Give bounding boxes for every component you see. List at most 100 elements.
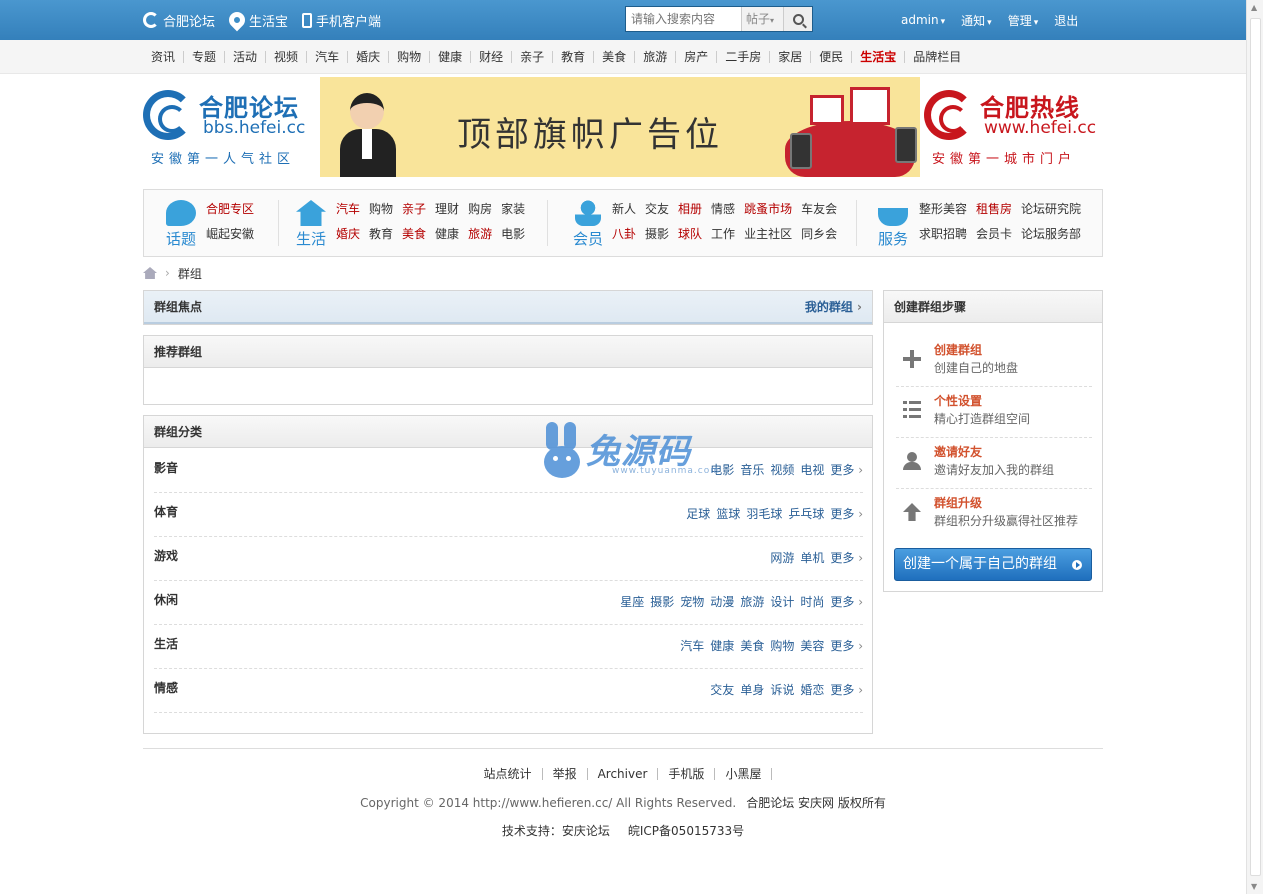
my-groups-link[interactable]: 我的群组 [805,291,862,323]
category-link[interactable]: 论坛研究院 [1021,200,1081,217]
group-subcategory-link[interactable]: 足球 [686,505,710,522]
group-subcategory-link[interactable]: 婚恋 [800,681,824,698]
group-subcategory-link[interactable]: 旅游 [740,593,764,610]
footer-link[interactable]: Archiver [588,768,659,780]
more-link[interactable]: 更多 [830,681,863,698]
search-type-select[interactable]: 帖子▾ [741,7,783,31]
arrow-up-icon [903,503,921,521]
scroll-down-icon[interactable]: ▼ [1251,882,1257,891]
group-category-links: 足球 篮球 羽毛球 乒乓球 更多 [686,505,863,522]
group-subcategory-link[interactable]: 羽毛球 [746,505,782,522]
nav-item[interactable]: 婚庆 [347,51,388,63]
coffee-cup-icon[interactable]: 服务 [872,200,914,249]
group-subcategory-link[interactable]: 音乐 [740,461,764,478]
group-subcategory-link[interactable]: 网游 [770,549,794,566]
top-bar: 合肥论坛 生活宝 手机客户端 帖子▾ admin 通知 管理 退出 [0,0,1246,40]
search-button[interactable] [783,7,812,31]
footer-link[interactable]: 举报 [543,768,588,780]
group-subcategory-link[interactable]: 时尚 [800,593,824,610]
group-category-row: 生活 汽车 健康 美食 购物 美容 更多 [154,625,863,669]
scrollbar-thumb[interactable] [1250,18,1261,876]
nav-item[interactable]: 专题 [183,51,224,63]
category-link[interactable]: 整形美容 [919,200,967,217]
nav-item[interactable]: 美食 [593,51,634,63]
footer-link[interactable]: 小黑屋 [715,768,773,780]
nav-item[interactable]: 房产 [675,51,716,63]
search-type-label: 帖子 [746,12,771,26]
vertical-scrollbar[interactable]: ▲ ▼ [1246,0,1263,894]
nav-item[interactable]: 品牌栏目 [904,51,969,63]
user-menu[interactable]: admin [901,13,945,27]
nav-item[interactable]: 购物 [388,51,429,63]
group-subcategory-link[interactable]: 美容 [800,637,824,654]
step-title[interactable]: 群组升级 [934,494,982,511]
more-link[interactable]: 更多 [830,593,863,610]
group-subcategory-link[interactable]: 篮球 [716,505,740,522]
nav-item[interactable]: 视频 [265,51,306,63]
more-link[interactable]: 更多 [830,637,863,654]
category-link[interactable]: 求职招聘 [919,225,967,242]
manage-menu[interactable]: 管理 [1008,12,1039,29]
gift-box-icon [810,95,844,125]
group-subcategory-link[interactable]: 动漫 [710,593,734,610]
group-subcategory-link[interactable]: 视频 [770,461,794,478]
group-subcategory-link[interactable]: 单身 [740,681,764,698]
nav-item[interactable]: 健康 [429,51,470,63]
nav-item[interactable]: 教育 [552,51,593,63]
group-subcategory-link[interactable]: 美食 [740,637,764,654]
nav-item[interactable]: 汽车 [306,51,347,63]
step-title[interactable]: 个性设置 [934,392,982,409]
top-banner-ad[interactable]: 顶部旗帜广告位 [320,77,920,177]
icp-number[interactable]: 皖ICP备05015733号 [628,824,744,838]
group-category-links: 电影 音乐 视频 电视 更多 [710,461,863,478]
group-subcategory-link[interactable]: 诉说 [770,681,794,698]
site-home-link[interactable]: 合肥论坛 [143,11,215,30]
group-subcategory-link[interactable]: 宠物 [680,593,704,610]
group-subcategory-link[interactable]: 乒乓球 [788,505,824,522]
step-title[interactable]: 邀请好友 [934,443,982,460]
nav-item[interactable]: 财经 [470,51,511,63]
nav-item[interactable]: 便民 [810,51,851,63]
category-link[interactable]: 租售房 [976,200,1012,217]
group-subcategory-link[interactable]: 设计 [770,593,794,610]
scroll-up-icon[interactable]: ▲ [1251,3,1257,12]
category-link[interactable]: 论坛服务部 [1021,225,1081,242]
nav-item[interactable]: 旅游 [634,51,675,63]
group-subcategory-link[interactable]: 电视 [800,461,824,478]
group-subcategory-link[interactable]: 健康 [710,637,734,654]
nav-item[interactable]: 亲子 [511,51,552,63]
footer-divider [143,748,1103,749]
category-link[interactable]: 会员卡 [976,225,1012,242]
more-link[interactable]: 更多 [830,461,863,478]
life-link[interactable]: 生活宝 [225,8,288,32]
logout-link[interactable]: 退出 [1054,12,1078,29]
home-icon[interactable] [143,267,157,279]
logo-hefei-hotline[interactable]: 合肥热线 www.hefei.cc 安徽第一城市门户 [924,88,1103,167]
breadcrumb: › 群组 [143,265,202,281]
nav-item[interactable]: 活动 [224,51,265,63]
footer-link[interactable]: 手机版 [658,768,716,780]
tech-support[interactable]: 技术支持：安庆论坛 [502,824,610,838]
group-subcategory-link[interactable]: 星座 [620,593,644,610]
logo-hefei-forum[interactable]: 合肥论坛 bbs.hefei.cc 安徽第一人气社区 [143,88,320,167]
more-link[interactable]: 更多 [830,505,863,522]
mobile-client-link[interactable]: 手机客户端 [302,11,381,30]
group-subcategory-link[interactable]: 汽车 [680,637,704,654]
nav-item[interactable]: 二手房 [716,51,769,63]
top-bar-right: admin 通知 管理 退出 [901,0,1078,40]
group-subcategory-link[interactable]: 单机 [800,549,824,566]
search-input[interactable] [626,7,741,31]
nav-item[interactable]: 资讯 [143,51,183,63]
group-subcategory-link[interactable]: 交友 [710,681,734,698]
group-subcategory-link[interactable]: 购物 [770,637,794,654]
more-link[interactable]: 更多 [830,549,863,566]
footer-link[interactable]: 站点统计 [474,768,543,780]
group-subcategory-link[interactable]: 摄影 [650,593,674,610]
nav-item[interactable]: 家居 [769,51,810,63]
create-group-button[interactable]: 创建一个属于自己的群组 [894,548,1092,581]
nav-item[interactable]: 生活宝 [851,51,904,63]
phone-illustration-icon [895,127,917,163]
notify-menu[interactable]: 通知 [961,12,992,29]
step-title[interactable]: 创建群组 [934,341,982,358]
breadcrumb-separator: › [165,266,170,280]
